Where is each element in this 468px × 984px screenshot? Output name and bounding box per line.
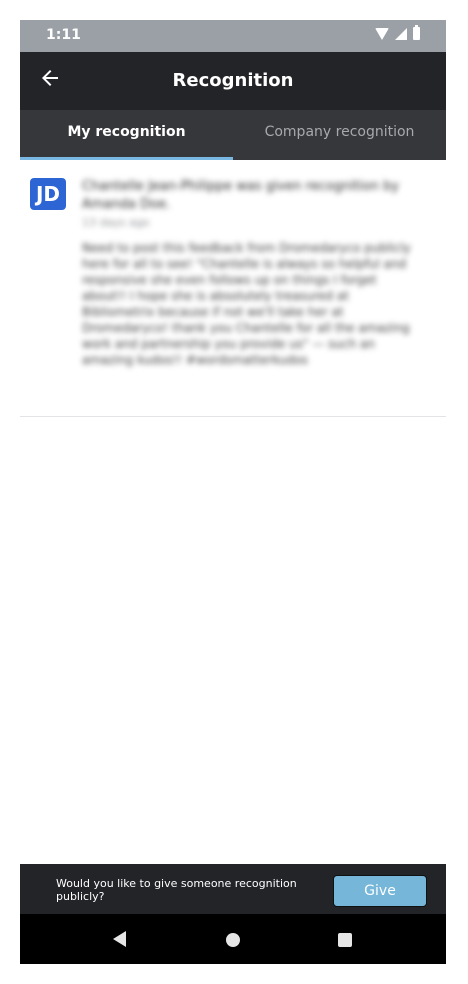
status-bar: 1:11 (20, 20, 446, 52)
page-title: Recognition (172, 70, 294, 91)
nav-home-icon[interactable] (226, 933, 240, 947)
tab-label: My recognition (67, 124, 186, 140)
give-recognition-banner: Would you like to give someone recogniti… (20, 864, 446, 914)
banner-text: Would you like to give someone recogniti… (56, 877, 297, 903)
recognition-headline: Chantelle Jean-Philippe was given recogn… (82, 179, 399, 212)
tab-company-recognition[interactable]: Company recognition (233, 110, 446, 160)
recognition-timestamp: 13 days ago (82, 216, 150, 229)
tab-my-recognition[interactable]: My recognition (20, 110, 233, 160)
phone-screen: 1:11 Recognition My recognition Company … (20, 20, 446, 964)
nav-recents-icon[interactable] (338, 933, 352, 947)
wifi-icon (375, 27, 389, 40)
recognition-list-item[interactable]: JD Chantelle Jean-Philippe was given rec… (20, 160, 446, 417)
tab-bar: My recognition Company recognition (20, 110, 446, 160)
give-button[interactable]: Give (333, 875, 427, 907)
tab-label: Company recognition (264, 124, 415, 140)
status-time: 1:11 (46, 27, 81, 43)
cellular-signal-icon (395, 27, 407, 40)
status-icons (375, 25, 420, 40)
recognition-message: Need to post this feedback from Dromedar… (82, 241, 411, 367)
app-bar: Recognition (20, 52, 446, 110)
nav-back-icon[interactable] (113, 931, 126, 947)
avatar: JD (30, 178, 66, 210)
android-nav-bar (20, 914, 446, 964)
battery-icon (413, 25, 420, 40)
